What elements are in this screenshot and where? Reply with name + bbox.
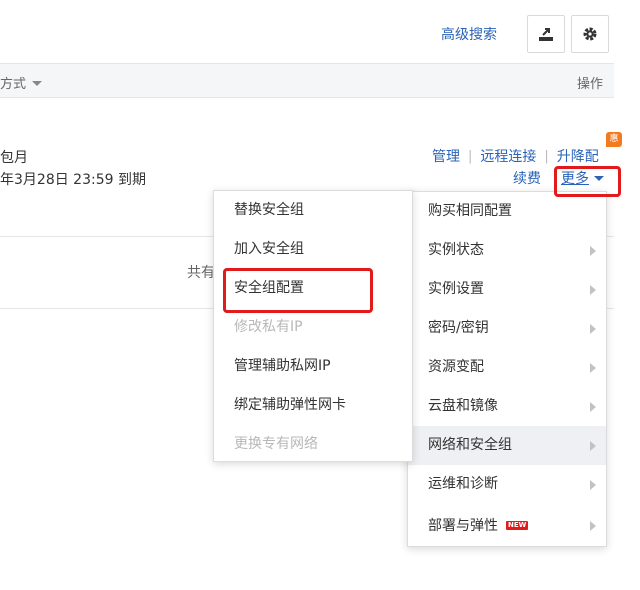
pay-method-column-label: 方式 — [0, 77, 27, 92]
menu-item-label: 购买相同配置 — [428, 203, 512, 219]
chevron-right-icon — [590, 402, 596, 412]
menu-item-label: 运维和诊断 — [428, 476, 498, 492]
submenu-item-bind-secondary-eni[interactable]: 绑定辅助弹性网卡 — [214, 386, 412, 425]
menu-item-resource-change[interactable]: 资源变配 — [408, 348, 606, 387]
more-dropdown-trigger[interactable]: 更多 — [561, 168, 604, 188]
expiry-time: 年3月28日 23:59 到期 — [0, 172, 146, 188]
chevron-right-icon — [590, 521, 596, 531]
table-header: 方式 操作 — [0, 63, 614, 98]
more-menu: 购买相同配置 实例状态 实例设置 密码/密钥 资源变配 云盘和镜像 网络和安全组… — [407, 191, 607, 547]
chevron-right-icon — [590, 246, 596, 256]
submenu-item-change-vpc: 更换专有网络 — [234, 436, 318, 452]
menu-item-label: 实例状态 — [428, 242, 484, 258]
chevron-right-icon — [590, 285, 596, 295]
gear-icon — [583, 27, 597, 41]
network-security-submenu: 替换安全组 加入安全组 安全组配置 修改私有IP 管理辅助私网IP 绑定辅助弹性… — [213, 190, 413, 462]
menu-item-deploy-elastic[interactable]: 部署与弹性 NEW — [408, 504, 606, 548]
link-separator: | — [468, 148, 473, 164]
remote-connect-link[interactable]: 远程连接 — [480, 146, 536, 166]
menu-item-disk-image[interactable]: 云盘和镜像 — [408, 387, 606, 426]
menu-item-label: 网络和安全组 — [428, 437, 512, 453]
submenu-item-join-sg[interactable]: 加入安全组 — [214, 230, 412, 269]
menu-item-network-security[interactable]: 网络和安全组 — [408, 426, 606, 465]
export-button[interactable] — [527, 15, 565, 53]
more-label: 更多 — [561, 171, 589, 187]
chevron-right-icon — [590, 480, 596, 490]
export-icon — [539, 28, 553, 41]
menu-item-label: 云盘和镜像 — [428, 398, 498, 414]
submenu-item-replace-sg[interactable]: 替换安全组 — [214, 191, 412, 230]
menu-item-label: 密码/密钥 — [428, 320, 489, 336]
total-count-text: 共有 — [187, 265, 215, 281]
advanced-search-link[interactable]: 高级搜索 — [441, 24, 497, 44]
renew-link[interactable]: 续费 — [513, 168, 541, 188]
chevron-down-icon — [32, 81, 43, 86]
chevron-down-icon — [594, 175, 604, 181]
link-separator: | — [544, 148, 549, 164]
operation-links: 管理 | 远程连接 | 升降配 — [432, 146, 599, 166]
submenu-item-modify-private-ip: 修改私有IP — [234, 319, 303, 335]
promo-badge: 惠 — [606, 132, 622, 147]
menu-item-buy-same-config[interactable]: 购买相同配置 — [408, 192, 606, 231]
submenu-item-sg-config[interactable]: 安全组配置 — [214, 269, 412, 308]
operations-column-header: 操作 — [577, 77, 604, 92]
chevron-right-icon — [590, 441, 596, 451]
pay-method-column-header[interactable]: 方式 — [0, 73, 43, 92]
menu-item-instance-settings[interactable]: 实例设置 — [408, 270, 606, 309]
chevron-right-icon — [590, 324, 596, 334]
submenu-item-manage-secondary-ip[interactable]: 管理辅助私网IP — [214, 347, 412, 386]
menu-item-password-key[interactable]: 密码/密钥 — [408, 309, 606, 348]
menu-item-ops-diagnostics[interactable]: 运维和诊断 — [408, 465, 606, 504]
billing-type: 包月 — [0, 150, 28, 166]
menu-item-label: 资源变配 — [428, 359, 484, 375]
settings-button[interactable] — [571, 15, 609, 53]
new-badge: NEW — [506, 521, 529, 530]
menu-item-label: 部署与弹性 — [428, 518, 498, 534]
menu-item-label: 实例设置 — [428, 281, 484, 297]
chevron-right-icon — [590, 363, 596, 373]
menu-item-instance-status[interactable]: 实例状态 — [408, 231, 606, 270]
manage-link[interactable]: 管理 — [432, 146, 460, 166]
upgrade-link[interactable]: 升降配 — [557, 146, 599, 166]
